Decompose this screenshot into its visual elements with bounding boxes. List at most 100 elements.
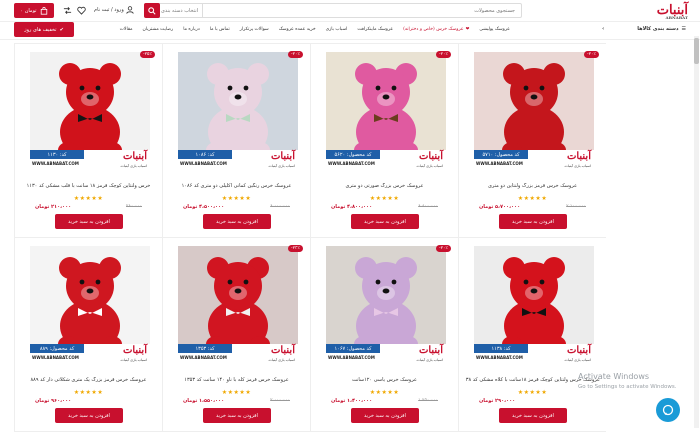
nav-link[interactable]: عروسک خرس (خاص و دخترانه) ❤ [403, 27, 469, 32]
product-title[interactable]: عروسک خرس قرمز بزرگ یک متری شکلاتی دار ک… [21, 377, 156, 384]
discount-badge: -۲۳٪ [288, 245, 303, 252]
product-title[interactable]: عروسک خرس یاسی ۱۲۰سانت [317, 377, 452, 384]
shuffle-icon [63, 6, 71, 14]
nav-links: عروسک پولیشی عروسک خرس (خاص و دخترانه) ❤ عر… [120, 27, 510, 32]
cart-button[interactable]: ۰ تومان [14, 3, 54, 18]
brand-logo: آبنبات [122, 151, 147, 162]
heart-icon: ❤ [465, 27, 470, 32]
add-to-cart-button[interactable]: افزودن به سبد خرید [499, 214, 567, 229]
search-bar: انتخاب دسته بندی ▾ [144, 3, 522, 18]
cart-total: ۰ تومان [20, 7, 37, 14]
login-register-link[interactable]: ورود / ثبت نام [94, 6, 134, 14]
image-brand-band: کد: ۱۳۵۳ آبنبات WWW.ABNABAT.COM اسباب با… [178, 344, 298, 366]
nav-link[interactable]: درباره ما [183, 27, 200, 32]
product-card[interactable]: کد محصول: ۵۷۱۰ آبنبات WWW.ABNABAT.COM اس… [458, 44, 606, 238]
heart-icon [76, 6, 86, 15]
chevron-down-icon: › [602, 26, 605, 32]
product-image[interactable]: کد محصول: ۸۸۹ آبنبات WWW.ABNABAT.COM اسب… [30, 246, 150, 366]
product-price: ۲۱۰،۰۰۰ تومان [35, 204, 72, 210]
product-title[interactable]: عروسک خرس قرمز بزرگ ولنتاین دو متری [465, 183, 600, 190]
product-card[interactable]: کد: ۱۱۳۰ آبنبات WWW.ABNABAT.COM اسباب با… [14, 44, 162, 238]
image-brand-band: کد محصول: ۵۷۱۰ آبنبات WWW.ABNABAT.COM اس… [474, 150, 594, 172]
rating-stars: ★★★★★ [517, 195, 548, 202]
product-title[interactable]: خرس ولنتاین کوچک قرمز ۱۸ سانت با قلب مشک… [21, 183, 156, 190]
nav-link[interactable]: مقالات [120, 27, 133, 32]
site-logo[interactable]: آبنبات ABNABAT [638, 2, 688, 20]
product-price: ۲۹۰،۰۰۰ تومان [479, 398, 516, 404]
menu-icon: ☰ [681, 26, 686, 32]
add-to-cart-button[interactable]: افزودن به سبد خرید [351, 214, 419, 229]
nav-link[interactable]: رضایت مشتریان [143, 27, 174, 32]
old-price: ۶،۰۰۰،۰۰۰ [270, 204, 290, 209]
product-image[interactable]: کد: ۱۳۵۳ آبنبات WWW.ABNABAT.COM اسباب با… [178, 246, 298, 366]
product-card[interactable]: کد: ۱۳۵۳ آبنبات WWW.ABNABAT.COM اسباب با… [162, 238, 310, 432]
product-image[interactable]: کد: ۱۱۳۸ آبنبات WWW.ABNABAT.COM اسباب با… [474, 246, 594, 366]
brand-logo: آبنبات [122, 345, 147, 356]
add-to-cart-button[interactable]: افزودن به سبد خرید [55, 214, 123, 229]
wishlist-button[interactable] [76, 5, 86, 15]
product-price: ۹۶۰،۰۰۰ تومان [35, 398, 72, 404]
product-code: کد محصول: ۵۷۱۰ [474, 150, 528, 159]
product-card[interactable]: کد محصول: ۱۰۶۷ آبنبات WWW.ABNABAT.COM اس… [310, 238, 458, 432]
image-brand-band: کد: ۱۰۸۶ آبنبات WWW.ABNABAT.COM اسباب با… [178, 150, 298, 172]
chat-icon [662, 404, 674, 416]
site-url: WWW.ABNABAT.COM [180, 355, 227, 360]
product-image[interactable]: کد محصول: ۵۶۲۰ آبنبات WWW.ABNABAT.COM اس… [326, 52, 446, 172]
product-title[interactable]: عروسک خرس قرمز کله با ناو ۱۴۰ سانت کد ۱۳… [169, 377, 304, 384]
product-code: کد: ۱۱۳۸ [474, 344, 528, 353]
image-subtitle: اسباب بازی آبنبات [564, 358, 591, 362]
nav-link[interactable]: اسباب بازی [326, 27, 348, 32]
product-image[interactable]: کد: ۱۰۸۶ آبنبات WWW.ABNABAT.COM اسباب با… [178, 52, 298, 172]
rating-stars: ★★★★★ [221, 195, 252, 202]
image-subtitle: اسباب بازی آبنبات [268, 358, 295, 362]
image-brand-band: کد: ۱۱۳۰ آبنبات WWW.ABNABAT.COM اسباب با… [30, 150, 150, 172]
rating-stars: ★★★★★ [221, 389, 252, 396]
brand-logo: آبنبات [270, 151, 295, 162]
add-to-cart-button[interactable]: افزودن به سبد خرید [203, 214, 271, 229]
nav-link[interactable]: سوالات پرتکرار [240, 27, 269, 32]
brand-logo: آبنبات [270, 345, 295, 356]
rating-stars: ★★★★★ [73, 195, 104, 202]
product-card[interactable]: کد محصول: ۸۸۹ آبنبات WWW.ABNABAT.COM اسب… [14, 238, 162, 432]
categories-menu[interactable]: ☰ دسته بندی کالاها › [602, 26, 686, 32]
search-input[interactable] [203, 4, 521, 17]
daily-offers-button[interactable]: تخفیف های روز ✔ [14, 22, 74, 37]
site-url: WWW.ABNABAT.COM [32, 355, 79, 360]
search-button[interactable] [144, 3, 160, 18]
scrollbar-thumb[interactable] [694, 38, 699, 64]
product-code: کد محصول: ۸۸۹ [30, 344, 84, 353]
discount-badge: -۲۰٪ [584, 51, 599, 58]
product-image[interactable]: کد محصول: ۱۰۶۷ آبنبات WWW.ABNABAT.COM اس… [326, 246, 446, 366]
nav-link[interactable]: عروسک پولیشی [479, 27, 510, 32]
product-price: ۱،۴۰۰،۰۰۰ تومان [331, 398, 373, 404]
product-title[interactable]: عروسک خرس بزرگ صورتی دو متری [317, 183, 452, 190]
add-to-cart-button[interactable]: افزودن به سبد خرید [203, 408, 271, 423]
product-card[interactable]: کد: ۱۰۸۶ آبنبات WWW.ABNABAT.COM اسباب با… [162, 44, 310, 238]
product-code: کد محصول: ۵۶۲۰ [326, 150, 380, 159]
product-card[interactable]: کد: ۱۱۳۸ آبنبات WWW.ABNABAT.COM اسباب با… [458, 238, 606, 432]
product-image[interactable]: کد: ۱۱۳۰ آبنبات WWW.ABNABAT.COM اسباب با… [30, 52, 150, 172]
nav-link[interactable]: عروسک ماینکرافت [357, 27, 393, 32]
product-title[interactable]: عروسک خرس رنگین کمانی اکلیلی دو متری کد … [169, 183, 304, 190]
brand-logo: آبنبات [418, 151, 443, 162]
chat-widget-button[interactable] [656, 398, 680, 422]
compare-button[interactable] [62, 5, 72, 15]
old-price: ۱،۷۵۰،۰۰۰ [418, 398, 438, 403]
add-to-cart-button[interactable]: افزودن به سبد خرید [55, 408, 123, 423]
watermark-sub: Go to Settings to activate Windows. [578, 384, 677, 390]
old-price: ۲،۰۰۰،۰۰۰ [270, 398, 290, 403]
product-image[interactable]: کد محصول: ۵۷۱۰ آبنبات WWW.ABNABAT.COM اس… [474, 52, 594, 172]
old-price: ۶،۸۰۰،۰۰۰ [418, 204, 438, 209]
top-header: آبنبات ABNABAT انتخاب دسته بندی ▾ ورود /… [0, 0, 700, 22]
add-to-cart-button[interactable]: افزودن به سبد خرید [499, 408, 567, 423]
product-price: ۴،۸۰۰،۰۰۰ تومان [331, 204, 373, 210]
scrollbar[interactable] [694, 36, 699, 428]
image-brand-band: کد محصول: ۱۰۶۷ آبنبات WWW.ABNABAT.COM اس… [326, 344, 446, 366]
add-to-cart-button[interactable]: افزودن به سبد خرید [351, 408, 419, 423]
product-code: کد: ۱۰۸۶ [178, 150, 232, 159]
nav-link[interactable]: خرید عمده عروسک [279, 27, 316, 32]
product-price: ۴،۵۰۰،۰۰۰ تومان [183, 204, 225, 210]
logo-sub: ABNABAT [665, 15, 689, 20]
product-card[interactable]: کد محصول: ۵۶۲۰ آبنبات WWW.ABNABAT.COM اس… [310, 44, 458, 238]
nav-link[interactable]: تماس با ما [210, 27, 230, 32]
